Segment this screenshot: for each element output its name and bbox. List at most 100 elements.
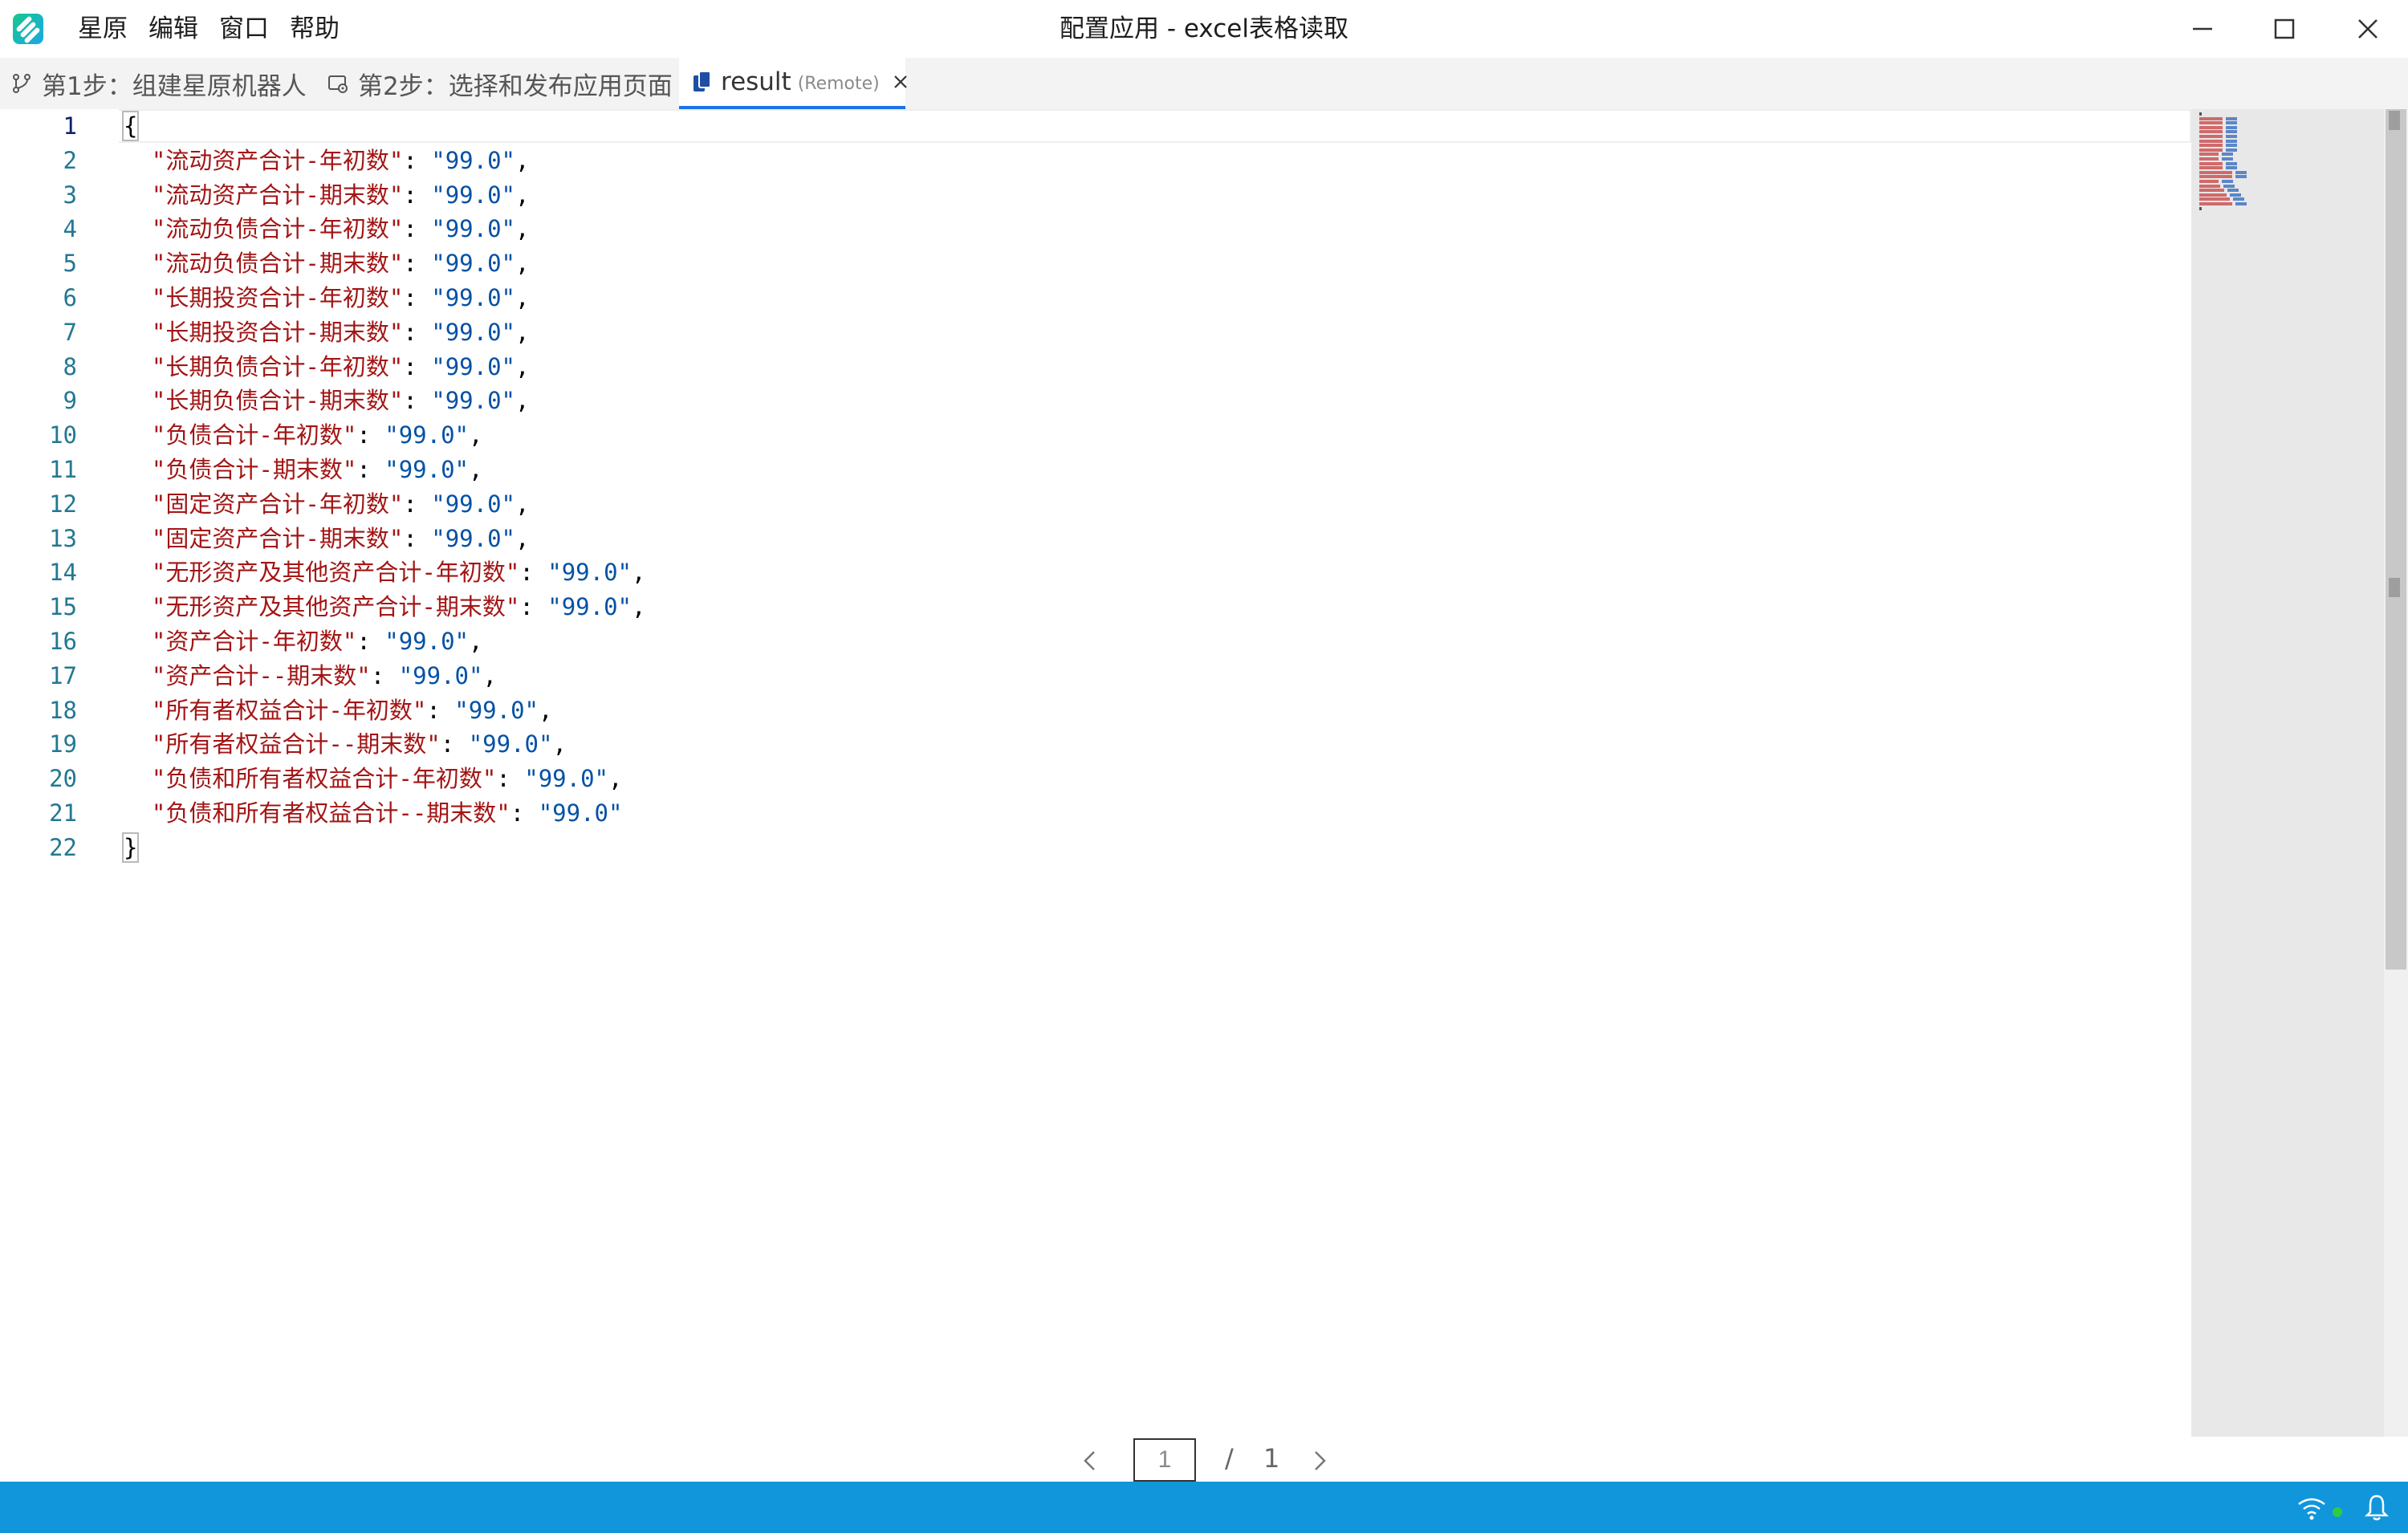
page-number-input[interactable]: 1 — [1133, 1438, 1196, 1482]
tab-label: result — [721, 67, 791, 96]
code-line: "所有者权益合计--期末数": "99.0", — [124, 727, 567, 762]
comma: , — [515, 250, 530, 278]
notification-bell-icon[interactable] — [2365, 1493, 2389, 1522]
line-number: 10 — [49, 421, 77, 449]
close-tab-button[interactable] — [893, 72, 909, 91]
menu-item-window[interactable]: 窗口 — [209, 0, 279, 58]
comma: , — [632, 593, 646, 621]
settings-page-icon — [326, 71, 350, 96]
colon: : — [440, 730, 469, 758]
menu-item-help[interactable]: 帮助 — [279, 0, 350, 58]
line-number: 22 — [49, 833, 77, 861]
minimap-line — [2199, 121, 2223, 125]
json-value: "99.0" — [384, 456, 469, 483]
code-line: "流动资产合计-年初数": "99.0", — [124, 144, 530, 178]
tab-result[interactable]: result (Remote) — [679, 58, 907, 109]
json-key: "负债合计-年初数" — [151, 421, 357, 449]
json-value: "99.0" — [431, 318, 515, 346]
minimap-line — [2199, 197, 2231, 201]
code-line: { — [121, 109, 140, 144]
line-number: 18 — [49, 696, 77, 724]
code-line: "无形资产及其他资产合计-期末数": "99.0", — [124, 590, 646, 624]
comma: , — [632, 559, 646, 587]
minimize-button[interactable] — [2162, 0, 2243, 58]
next-page-button[interactable] — [1304, 1445, 1336, 1477]
comma: , — [469, 421, 483, 449]
code-line: "流动资产合计-期末数": "99.0", — [124, 178, 530, 213]
code-line: "流动负债合计-年初数": "99.0", — [124, 212, 530, 246]
json-key: "固定资产合计-年初数" — [151, 490, 404, 518]
comma: , — [515, 352, 530, 380]
code-editor[interactable]: 1 2 3 4 5 6 7 8 9 10 11 12 13 14 15 16 17 18 19 20 21 22 { "流… — [0, 109, 2191, 1437]
comma: , — [469, 456, 483, 483]
close-window-button[interactable] — [2328, 0, 2408, 58]
maximize-button[interactable] — [2244, 0, 2325, 58]
line-number: 17 — [49, 661, 77, 689]
colon: : — [403, 181, 432, 209]
json-key: "流动负债合计-期末数" — [151, 250, 404, 278]
json-value: "99.0" — [431, 352, 515, 380]
json-key: "流动负债合计-年初数" — [151, 215, 404, 243]
line-number: 11 — [49, 456, 77, 483]
minimap-line — [2235, 175, 2247, 179]
colon: : — [403, 146, 432, 174]
menu-item-xingyuan[interactable]: 星原 — [67, 0, 138, 58]
json-value: "99.0" — [454, 696, 539, 724]
window-title: 配置应用 - excel表格读取 — [1060, 14, 1348, 43]
chevron-right-icon — [1315, 1451, 1326, 1470]
minimap-line — [2199, 130, 2223, 134]
json-key: "所有者权益合计--期末数" — [151, 730, 441, 758]
comma: , — [469, 628, 483, 655]
line-number: 6 — [63, 284, 77, 311]
page-separator: / — [1225, 1443, 1234, 1474]
json-value: "99.0" — [431, 387, 515, 415]
colon: : — [356, 628, 385, 655]
line-number: 13 — [49, 524, 77, 552]
title-bar: 星原 编辑 窗口 帮助 配置应用 - excel表格读取 — [0, 0, 2408, 58]
connection-status-dot — [2333, 1507, 2342, 1517]
close-icon — [893, 75, 907, 88]
json-key: "负债和所有者权益合计--期末数" — [151, 799, 510, 827]
previous-page-button[interactable] — [1074, 1445, 1106, 1477]
minimap-line — [2199, 170, 2232, 174]
scrollbar-thumb[interactable] — [2386, 109, 2406, 970]
json-value: "99.0" — [524, 765, 608, 793]
page-total: 1 — [1263, 1443, 1280, 1474]
menu-item-edit[interactable]: 编辑 — [138, 0, 209, 58]
chevron-left-icon — [1084, 1451, 1095, 1470]
code-line: "流动负债合计-期末数": "99.0", — [124, 246, 530, 281]
json-key: "无形资产及其他资产合计-年初数" — [151, 559, 520, 587]
vertical-scrollbar[interactable] — [2384, 109, 2408, 1437]
minimap-line — [2225, 116, 2237, 120]
minimap-line — [2227, 189, 2239, 193]
minimap-line — [2199, 152, 2219, 157]
json-value: "99.0" — [398, 661, 483, 689]
json-key: "长期投资合计-年初数" — [151, 284, 404, 311]
colon: : — [426, 696, 455, 724]
minimap-line — [2199, 206, 2202, 210]
tab-label: 第2步：选择和发布应用页面 — [358, 71, 673, 101]
minimap-line — [2199, 184, 2221, 188]
json-key: "流动资产合计-年初数" — [151, 146, 404, 174]
remote-badge: (Remote) — [797, 73, 880, 94]
minimap[interactable] — [2191, 109, 2384, 1437]
wifi-icon[interactable] — [2296, 1494, 2328, 1520]
tab-step2-publish-pages[interactable]: 第2步：选择和发布应用页面 — [326, 58, 679, 109]
minimap-line — [2235, 202, 2247, 205]
json-value: "99.0" — [468, 730, 553, 758]
tab-step1-build-robot[interactable]: 第1步：组建星原机器人 — [10, 58, 331, 109]
json-value: "99.0" — [431, 524, 515, 552]
json-key: "负债合计-期末数" — [151, 456, 357, 483]
minimap-line — [2229, 193, 2241, 197]
